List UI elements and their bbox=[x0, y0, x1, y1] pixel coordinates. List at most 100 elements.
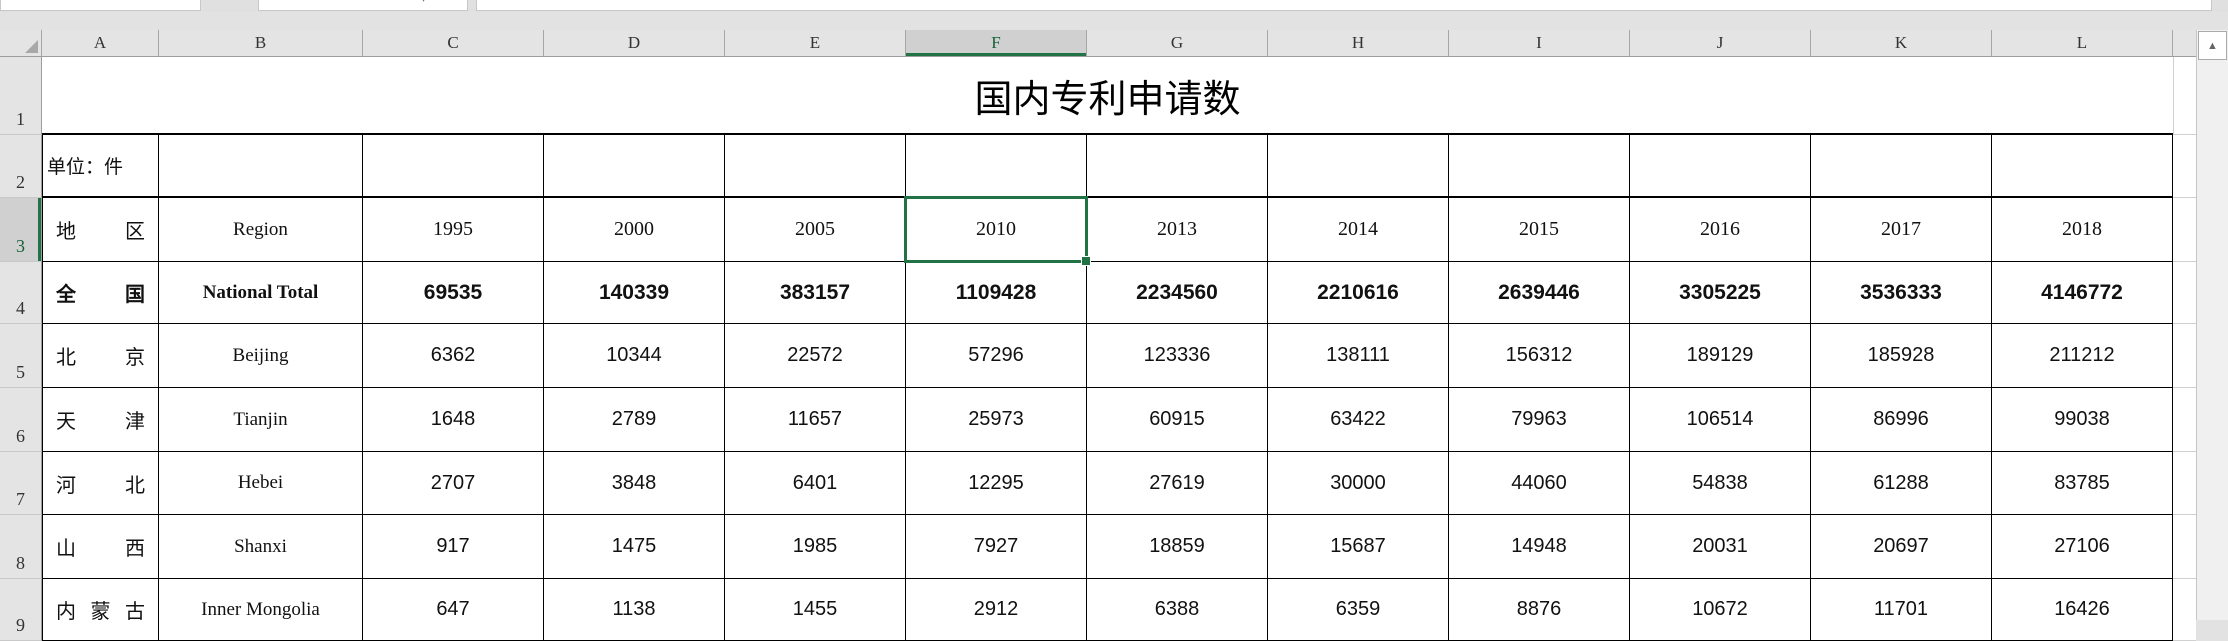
cell-A6[interactable]: 天津 bbox=[42, 388, 159, 452]
cell-I8[interactable]: 14948 bbox=[1449, 515, 1630, 579]
cell-G9[interactable]: 6388 bbox=[1087, 579, 1268, 641]
cell-D5[interactable]: 10344 bbox=[544, 324, 725, 388]
cell-C4[interactable]: 69535 bbox=[363, 262, 544, 324]
cell-L6[interactable]: 99038 bbox=[1992, 388, 2173, 452]
cell-partial[interactable] bbox=[2173, 515, 2196, 579]
cell-I5[interactable]: 156312 bbox=[1449, 324, 1630, 388]
cell-E5[interactable]: 22572 bbox=[725, 324, 906, 388]
cell-C8[interactable]: 917 bbox=[363, 515, 544, 579]
row-header-3[interactable]: 3 bbox=[0, 198, 42, 262]
cell-A5[interactable]: 北京 bbox=[42, 324, 159, 388]
cell-A9[interactable]: 内蒙古 bbox=[42, 579, 159, 641]
cell-G4[interactable]: 2234560 bbox=[1087, 262, 1268, 324]
cell-B7[interactable]: Hebei bbox=[159, 452, 363, 515]
cell-J8[interactable]: 20031 bbox=[1630, 515, 1811, 579]
column-header-D[interactable]: D bbox=[544, 30, 725, 56]
cell-partial[interactable] bbox=[2173, 198, 2196, 262]
cell-E7[interactable]: 6401 bbox=[725, 452, 906, 515]
cell-I3-year[interactable]: 2015 bbox=[1449, 198, 1630, 262]
cell-partial[interactable] bbox=[2173, 579, 2196, 641]
cell-H3-year[interactable]: 2014 bbox=[1268, 198, 1449, 262]
cell-A4[interactable]: 全国 bbox=[42, 262, 159, 324]
cell-K8[interactable]: 20697 bbox=[1811, 515, 1992, 579]
cell-C5[interactable]: 6362 bbox=[363, 324, 544, 388]
cell-D6[interactable]: 2789 bbox=[544, 388, 725, 452]
cell-E3-year[interactable]: 2005 bbox=[725, 198, 906, 262]
cell-A1-merged-title[interactable]: 国内专利申请数 bbox=[42, 57, 2173, 135]
cell-partial[interactable] bbox=[2173, 262, 2196, 324]
cell-K7[interactable]: 61288 bbox=[1811, 452, 1992, 515]
formula-bar-input-fragment[interactable] bbox=[476, 0, 2212, 11]
cell-L3-year[interactable]: 2018 bbox=[1992, 198, 2173, 262]
cell-L4[interactable]: 4146772 bbox=[1992, 262, 2173, 324]
cell-J9[interactable]: 10672 bbox=[1630, 579, 1811, 641]
column-header-E[interactable]: E bbox=[725, 30, 906, 56]
cell-partial[interactable] bbox=[2173, 324, 2196, 388]
cell-F2[interactable] bbox=[906, 135, 1087, 198]
column-header-G[interactable]: G bbox=[1087, 30, 1268, 56]
cell-G6[interactable]: 60915 bbox=[1087, 388, 1268, 452]
cell-D4[interactable]: 140339 bbox=[544, 262, 725, 324]
formula-chevron-icon[interactable]: ▾ bbox=[421, 0, 426, 5]
column-header-J[interactable]: J bbox=[1630, 30, 1811, 56]
cell-K5[interactable]: 185928 bbox=[1811, 324, 1992, 388]
column-header-F[interactable]: F bbox=[906, 30, 1087, 56]
cell-C6[interactable]: 1648 bbox=[363, 388, 544, 452]
row-header-9[interactable]: 9 bbox=[0, 579, 42, 641]
cell-G8[interactable]: 18859 bbox=[1087, 515, 1268, 579]
cell-B2[interactable] bbox=[159, 135, 363, 198]
column-header-L[interactable]: L bbox=[1992, 30, 2173, 56]
select-all-corner[interactable] bbox=[0, 30, 42, 56]
formula-controls-fragment[interactable]: ▾ bbox=[258, 0, 468, 11]
row-header-1[interactable]: 1 bbox=[0, 57, 42, 135]
cell-B5[interactable]: Beijing bbox=[159, 324, 363, 388]
cell-H2[interactable] bbox=[1268, 135, 1449, 198]
cell-B3-region-en[interactable]: Region bbox=[159, 198, 363, 262]
cell-F5[interactable]: 57296 bbox=[906, 324, 1087, 388]
cell-A7[interactable]: 河北 bbox=[42, 452, 159, 515]
column-header-C[interactable]: C bbox=[363, 30, 544, 56]
cell-C7[interactable]: 2707 bbox=[363, 452, 544, 515]
cell-E9[interactable]: 1455 bbox=[725, 579, 906, 641]
cell-D2[interactable] bbox=[544, 135, 725, 198]
cell-K2[interactable] bbox=[1811, 135, 1992, 198]
cell-A2-unit[interactable]: 单位：件 bbox=[42, 135, 159, 198]
cell-F6[interactable]: 25973 bbox=[906, 388, 1087, 452]
cell-K9[interactable]: 11701 bbox=[1811, 579, 1992, 641]
cell-I7[interactable]: 44060 bbox=[1449, 452, 1630, 515]
cell-F4[interactable]: 1109428 bbox=[906, 262, 1087, 324]
cell-L7[interactable]: 83785 bbox=[1992, 452, 2173, 515]
column-header-H[interactable]: H bbox=[1268, 30, 1449, 56]
cell-I2[interactable] bbox=[1449, 135, 1630, 198]
cell-J3-year[interactable]: 2016 bbox=[1630, 198, 1811, 262]
row-header-6[interactable]: 6 bbox=[0, 388, 42, 452]
cell-E4[interactable]: 383157 bbox=[725, 262, 906, 324]
scroll-up-button[interactable]: ▲ bbox=[2198, 31, 2227, 60]
cell-J5[interactable]: 189129 bbox=[1630, 324, 1811, 388]
row-header-8[interactable]: 8 bbox=[0, 515, 42, 579]
cell-B8[interactable]: Shanxi bbox=[159, 515, 363, 579]
cell-L5[interactable]: 211212 bbox=[1992, 324, 2173, 388]
cell-F9[interactable]: 2912 bbox=[906, 579, 1087, 641]
cell-D7[interactable]: 3848 bbox=[544, 452, 725, 515]
cell-partial[interactable] bbox=[2173, 135, 2196, 198]
column-header-I[interactable]: I bbox=[1449, 30, 1630, 56]
cell-C2[interactable] bbox=[363, 135, 544, 198]
cell-E8[interactable]: 1985 bbox=[725, 515, 906, 579]
cell-I6[interactable]: 79963 bbox=[1449, 388, 1630, 452]
cell-H5[interactable]: 138111 bbox=[1268, 324, 1449, 388]
row-header-5[interactable]: 5 bbox=[0, 324, 42, 388]
cell-J7[interactable]: 54838 bbox=[1630, 452, 1811, 515]
cell-partial[interactable] bbox=[2173, 57, 2196, 135]
cell-H6[interactable]: 63422 bbox=[1268, 388, 1449, 452]
cell-H4[interactable]: 2210616 bbox=[1268, 262, 1449, 324]
cell-B6[interactable]: Tianjin bbox=[159, 388, 363, 452]
cell-D9[interactable]: 1138 bbox=[544, 579, 725, 641]
cell-I9[interactable]: 8876 bbox=[1449, 579, 1630, 641]
name-box-fragment[interactable] bbox=[0, 0, 201, 11]
cell-H9[interactable]: 6359 bbox=[1268, 579, 1449, 641]
cell-C3-year[interactable]: 1995 bbox=[363, 198, 544, 262]
cell-E6[interactable]: 11657 bbox=[725, 388, 906, 452]
column-header-B[interactable]: B bbox=[159, 30, 363, 56]
column-header-K[interactable]: K bbox=[1811, 30, 1992, 56]
